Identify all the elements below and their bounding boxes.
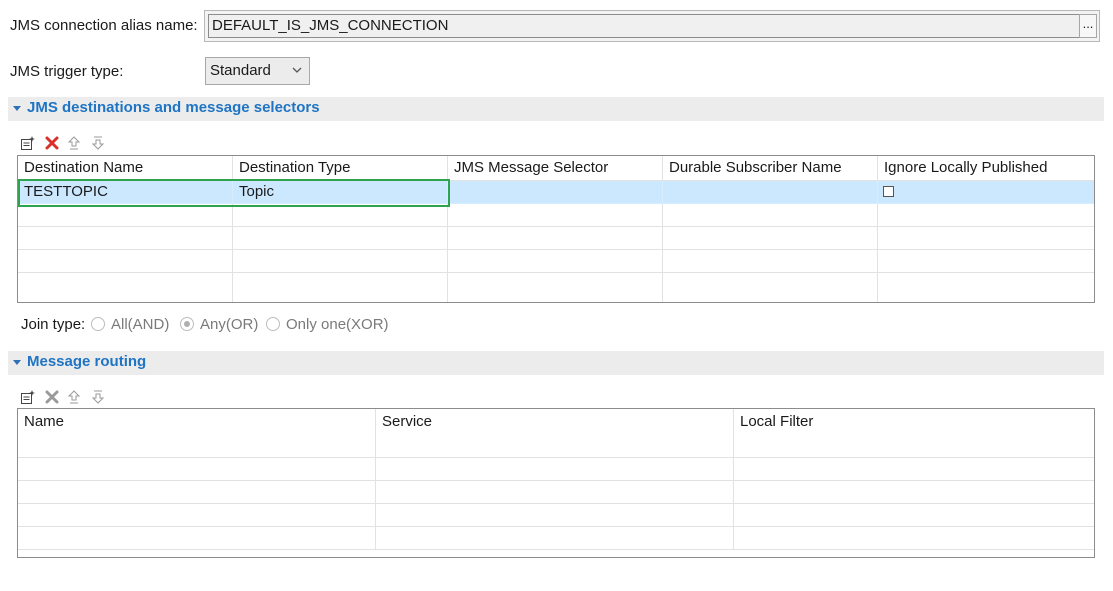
durable-subscriber-cell[interactable]: [663, 181, 878, 204]
empty-cell: [878, 250, 1094, 273]
empty-cell: [448, 250, 663, 273]
empty-cell: [663, 250, 878, 273]
add-row-icon[interactable]: [20, 135, 36, 151]
empty-cell: [233, 227, 448, 250]
add-row-icon[interactable]: [20, 389, 36, 405]
radio-any-or-label[interactable]: Any(OR): [200, 316, 258, 333]
empty-cell: [663, 204, 878, 227]
ignore-local-checkbox[interactable]: [883, 186, 894, 197]
empty-cell: [376, 504, 734, 527]
ignore-local-cell[interactable]: [878, 181, 1094, 204]
empty-cell: [376, 458, 734, 481]
trigger-type-value: Standard: [210, 62, 271, 79]
destinations-section-title: JMS destinations and message selectors: [27, 99, 320, 116]
delete-icon[interactable]: [44, 135, 60, 151]
radio-all-and[interactable]: [91, 317, 105, 331]
trigger-type-select[interactable]: Standard: [205, 57, 310, 85]
empty-cell: [878, 273, 1094, 302]
routing-section-title: Message routing: [27, 353, 147, 370]
alias-field-container: DEFAULT_IS_JMS_CONNECTION ...: [204, 10, 1100, 42]
empty-cell: [233, 273, 448, 302]
collapse-triangle-icon[interactable]: [13, 106, 21, 111]
alias-input[interactable]: DEFAULT_IS_JMS_CONNECTION: [208, 14, 1080, 38]
empty-cell: [734, 481, 1094, 504]
empty-cell: [18, 250, 233, 273]
message-selector-cell[interactable]: [448, 181, 663, 204]
empty-cell: [376, 527, 734, 550]
empty-cell: [878, 204, 1094, 227]
radio-only-one-xor[interactable]: [266, 317, 280, 331]
alias-label: JMS connection alias name:: [10, 17, 198, 34]
column-header-name[interactable]: Name: [18, 409, 376, 458]
move-up-icon[interactable]: [66, 135, 82, 151]
empty-cell: [233, 204, 448, 227]
destination-type-cell[interactable]: Topic: [233, 181, 448, 204]
routing-section-header[interactable]: Message routing: [8, 351, 1104, 375]
empty-cell: [734, 504, 1094, 527]
empty-cell: [376, 481, 734, 504]
destination-name-cell[interactable]: TESTTOPIC: [18, 181, 233, 204]
routing-toolbar: [20, 389, 120, 407]
empty-cell: [448, 227, 663, 250]
column-header-durable-subscriber[interactable]: Durable Subscriber Name: [663, 156, 878, 181]
empty-cell: [18, 527, 376, 550]
join-type-label: Join type:: [21, 316, 86, 333]
empty-cell: [18, 504, 376, 527]
trigger-type-label: JMS trigger type:: [10, 63, 124, 80]
destinations-table: Destination Name Destination Type JMS Me…: [17, 155, 1095, 303]
routing-table: Name Service Local Filter: [17, 408, 1095, 558]
move-up-icon[interactable]: [66, 389, 82, 405]
empty-cell: [663, 227, 878, 250]
empty-cell: [448, 273, 663, 302]
column-header-destination-type[interactable]: Destination Type: [233, 156, 448, 181]
destinations-toolbar: [20, 135, 120, 153]
chevron-down-icon: [292, 67, 302, 73]
empty-cell: [663, 273, 878, 302]
column-header-message-selector[interactable]: JMS Message Selector: [448, 156, 663, 181]
empty-cell: [734, 458, 1094, 481]
delete-icon[interactable]: [44, 389, 60, 405]
move-down-icon[interactable]: [90, 389, 106, 405]
browse-button[interactable]: ...: [1079, 14, 1097, 38]
empty-cell: [18, 273, 233, 302]
radio-all-and-label[interactable]: All(AND): [111, 316, 169, 333]
column-header-service[interactable]: Service: [376, 409, 734, 458]
empty-cell: [233, 250, 448, 273]
column-header-ignore-local[interactable]: Ignore Locally Published: [878, 156, 1094, 181]
empty-cell: [18, 204, 233, 227]
column-header-local-filter[interactable]: Local Filter: [734, 409, 1094, 458]
empty-cell: [878, 227, 1094, 250]
radio-only-one-xor-label[interactable]: Only one(XOR): [286, 316, 389, 333]
empty-cell: [18, 458, 376, 481]
empty-cell: [448, 204, 663, 227]
empty-cell: [18, 481, 376, 504]
move-down-icon[interactable]: [90, 135, 106, 151]
destinations-section-header[interactable]: JMS destinations and message selectors: [8, 97, 1104, 121]
radio-any-or[interactable]: [180, 317, 194, 331]
empty-cell: [18, 227, 233, 250]
empty-cell: [734, 527, 1094, 550]
collapse-triangle-icon[interactable]: [13, 360, 21, 365]
column-header-destination-name[interactable]: Destination Name: [18, 156, 233, 181]
